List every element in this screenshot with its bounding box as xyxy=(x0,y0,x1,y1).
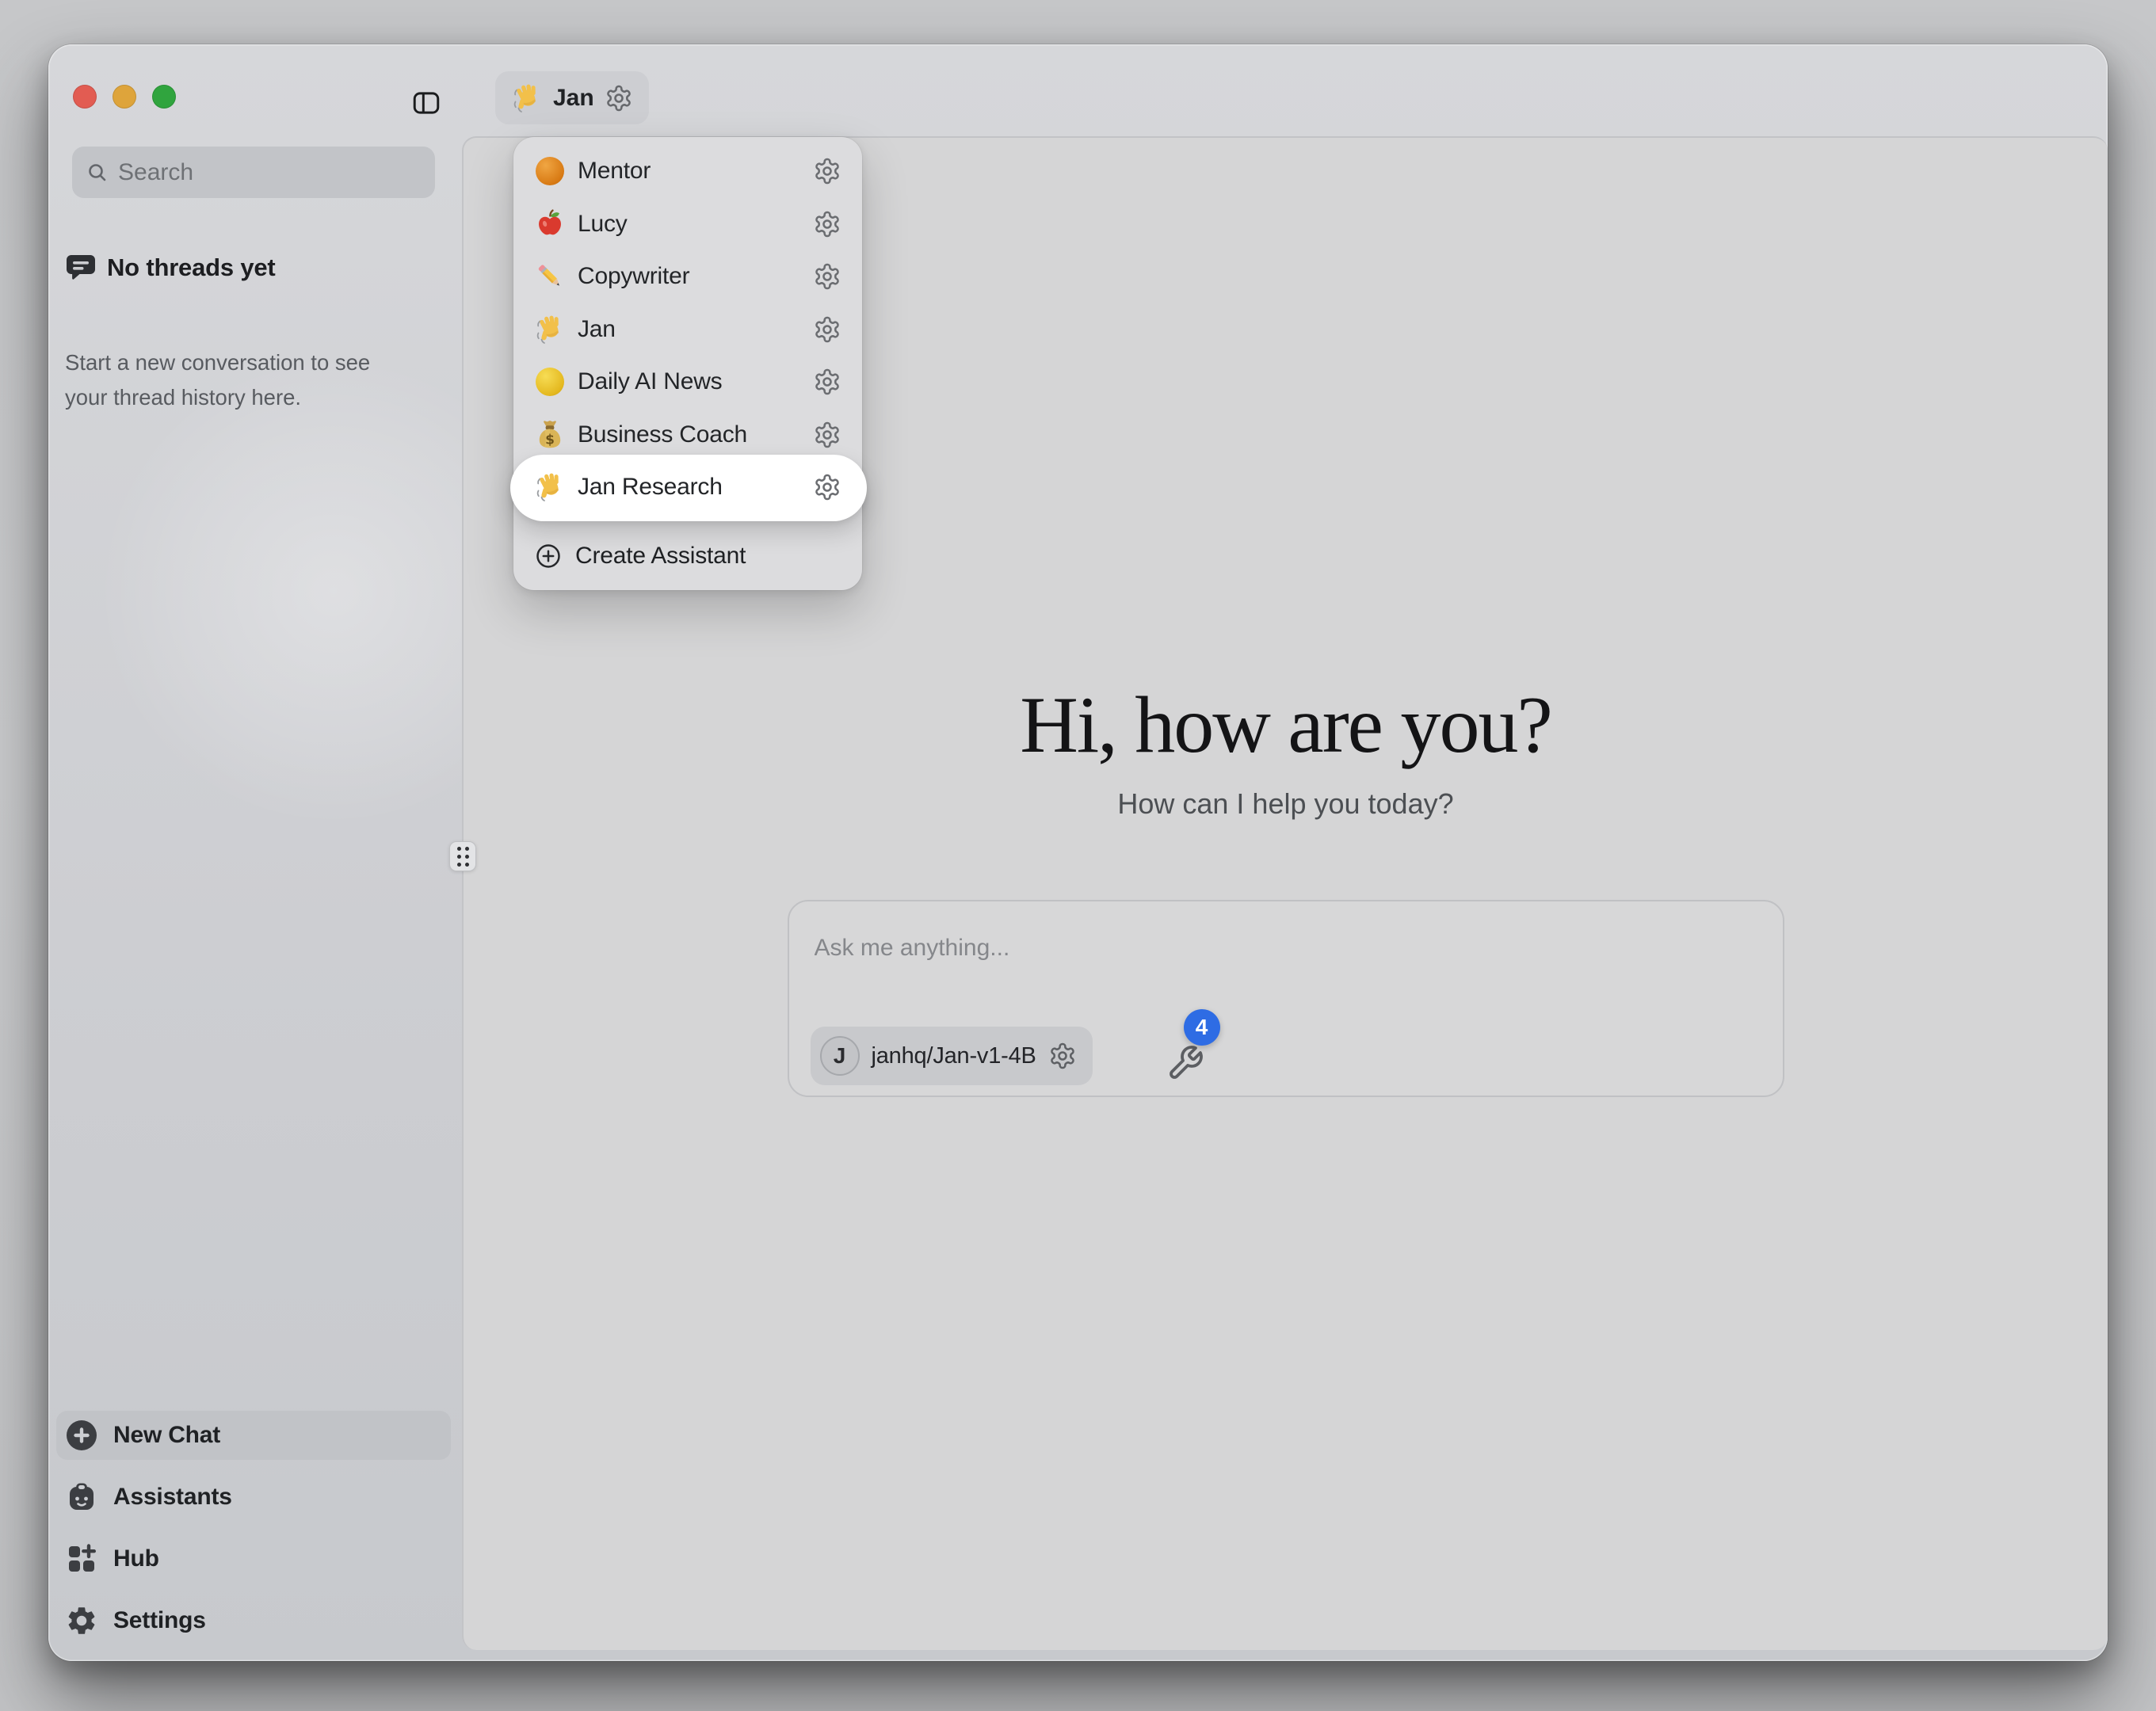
menu-item-daily-ai-news[interactable]: Daily AI News xyxy=(513,356,862,409)
waving-hand-emoji-icon xyxy=(534,471,566,503)
gear-icon[interactable] xyxy=(813,210,841,238)
waving-hand-emoji-icon xyxy=(511,82,543,115)
assistant-dropdown-menu: Mentor Lucy Copywriter Jan Daily AI News… xyxy=(513,137,862,590)
greeting-subtitle: How can I help you today? xyxy=(464,787,2108,821)
assistant-selector-chip[interactable]: Jan xyxy=(495,71,649,124)
traffic-lights xyxy=(73,85,176,109)
empty-state-title: No threads yet xyxy=(107,253,276,282)
sidebar: No threads yet Start a new conversation … xyxy=(48,44,462,1661)
plus-circle-icon xyxy=(64,1418,99,1453)
money-bag-emoji-icon xyxy=(534,419,566,451)
sidebar-item-hub[interactable]: Hub xyxy=(56,1534,451,1583)
greeting-title: Hi, how are you? xyxy=(464,683,2108,768)
chat-input[interactable] xyxy=(815,935,1757,998)
yellow-circle-emoji-icon xyxy=(534,366,566,398)
menu-item-mentor[interactable]: Mentor xyxy=(513,145,862,198)
sidebar-item-label: Hub xyxy=(113,1545,159,1572)
model-name: janhq/Jan-v1-4B xyxy=(872,1043,1036,1069)
create-assistant-button[interactable]: Create Assistant xyxy=(513,530,862,582)
menu-item-jan-research[interactable]: Jan Research xyxy=(513,461,862,514)
thread-bubble-icon xyxy=(65,252,97,284)
tools-count-badge: 4 xyxy=(1184,1009,1220,1046)
pencil-emoji-icon xyxy=(534,261,566,292)
gear-icon[interactable] xyxy=(813,157,841,185)
sidebar-nav: New Chat Assistants xyxy=(56,1411,451,1645)
plus-circle-outline-icon xyxy=(534,542,563,570)
close-button[interactable] xyxy=(73,85,97,109)
menu-item-copywriter[interactable]: Copywriter xyxy=(513,250,862,303)
menu-item-business-coach[interactable]: Business Coach xyxy=(513,409,862,462)
assistant-bot-icon xyxy=(64,1480,99,1515)
search-icon xyxy=(86,161,109,185)
wrench-icon xyxy=(1166,1044,1204,1082)
gear-icon[interactable] xyxy=(813,262,841,291)
empty-state-header: No threads yet xyxy=(65,252,276,284)
gear-icon[interactable] xyxy=(813,368,841,396)
assistant-settings-gear-icon[interactable] xyxy=(605,84,633,112)
zoom-button[interactable] xyxy=(152,85,176,109)
menu-item-lucy[interactable]: Lucy xyxy=(513,198,862,251)
toggle-sidebar-button[interactable] xyxy=(411,88,441,118)
orange-circle-emoji-icon xyxy=(534,155,566,187)
gear-icon[interactable] xyxy=(813,421,841,449)
gear-icon[interactable] xyxy=(813,473,841,501)
search-box xyxy=(72,147,435,198)
sidebar-item-label: New Chat xyxy=(113,1422,220,1449)
model-selector[interactable]: J janhq/Jan-v1-4B xyxy=(811,1027,1093,1085)
gear-icon[interactable] xyxy=(813,315,841,344)
gear-icon xyxy=(64,1603,99,1638)
waving-hand-emoji-icon xyxy=(534,314,566,345)
sidebar-item-new-chat[interactable]: New Chat xyxy=(56,1411,451,1460)
sidebar-item-label: Assistants xyxy=(113,1484,232,1511)
current-assistant-name: Jan xyxy=(553,85,594,112)
app-window: No threads yet Start a new conversation … xyxy=(48,44,2108,1661)
model-avatar: J xyxy=(820,1036,860,1076)
hub-grid-plus-icon xyxy=(64,1541,99,1576)
empty-state-description: Start a new conversation to see your thr… xyxy=(65,345,407,415)
sidebar-toggle-icon xyxy=(411,88,441,118)
model-settings-gear-icon[interactable] xyxy=(1048,1041,1077,1071)
menu-item-jan[interactable]: Jan xyxy=(513,303,862,356)
sidebar-item-assistants[interactable]: Assistants xyxy=(56,1473,451,1522)
sidebar-resize-handle[interactable] xyxy=(449,841,476,871)
search-input[interactable] xyxy=(118,159,435,186)
tools-button[interactable]: 4 xyxy=(1165,1009,1228,1085)
red-apple-emoji-icon xyxy=(534,208,566,240)
sidebar-item-settings[interactable]: Settings xyxy=(56,1596,451,1645)
minimize-button[interactable] xyxy=(113,85,136,109)
chat-composer: J janhq/Jan-v1-4B 4 xyxy=(788,900,1784,1097)
sidebar-item-label: Settings xyxy=(113,1607,206,1634)
